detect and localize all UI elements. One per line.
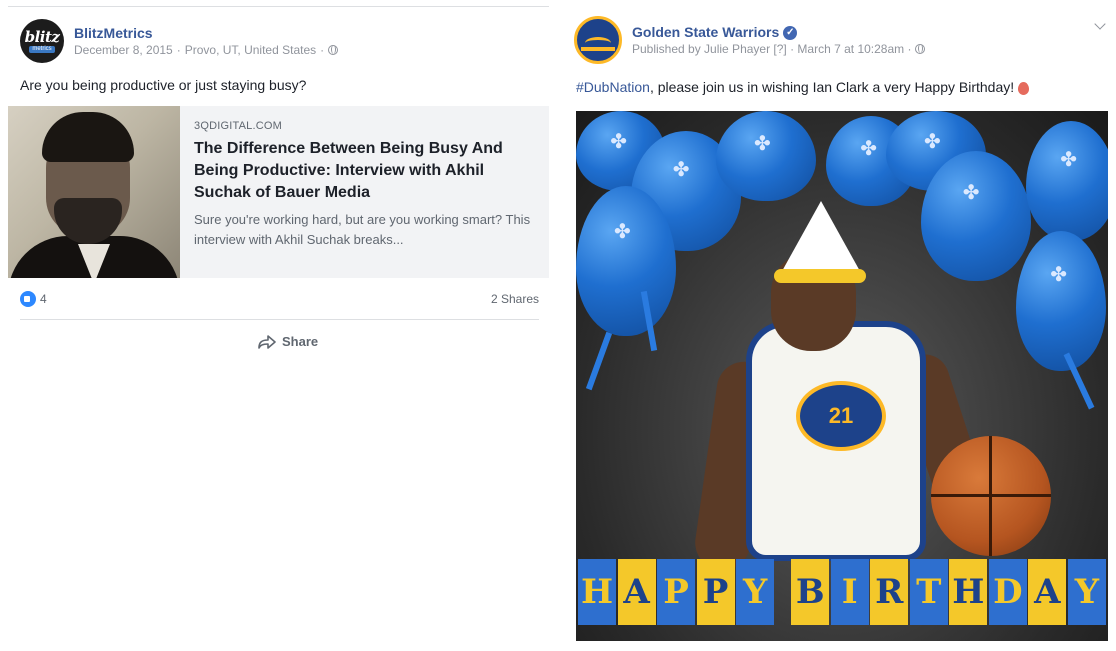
avatar[interactable] [574, 16, 622, 64]
page-name-link[interactable]: BlitzMetrics [74, 24, 338, 42]
share-count-link[interactable]: 2 Shares [491, 292, 539, 306]
banner-letter: R [870, 559, 909, 625]
post-text: #DubNation, please join us in wishing Ia… [576, 79, 1030, 95]
banner-letter: D [988, 559, 1027, 625]
party-hat [781, 201, 861, 273]
banner-letter: T [909, 559, 948, 625]
meta-separator: · [176, 43, 181, 57]
post-header: Golden State Warriors ✓ Published by Juli… [574, 16, 926, 64]
published-by[interactable]: Published by Julie Phayer [?] · March 7 … [632, 41, 911, 57]
happy-birthday-banner: H A P P Y B I R T H D A Y [576, 551, 1108, 641]
warriors-post: Golden State Warriors ✓ Published by Juli… [566, 6, 1116, 651]
blitzmetrics-post: blitz metrics BlitzMetrics December 8, 2… [8, 6, 549, 376]
reaction-summary[interactable]: 4 [20, 291, 47, 307]
avatar[interactable]: blitz metrics [20, 19, 64, 63]
jersey-logo: 21 [796, 381, 886, 451]
post-date[interactable]: December 8, 2015 [74, 42, 173, 58]
hashtag-link[interactable]: #DubNation [576, 79, 650, 95]
post-options-chevron-icon[interactable] [1094, 18, 1106, 30]
divider [20, 319, 539, 320]
avatar-logo-text: blitz [24, 27, 60, 46]
birthday-post-image[interactable]: 21 H A P P Y B I R T H D A Y [576, 111, 1108, 641]
banner-letter: P [696, 559, 735, 625]
avatar-logo-subtext: metrics [29, 45, 55, 53]
share-arrow-icon [258, 334, 276, 349]
link-title[interactable]: The Difference Between Being Busy And Be… [194, 138, 537, 204]
share-button[interactable]: Share [258, 334, 318, 349]
banner-letter: A [1028, 559, 1067, 625]
post-location[interactable]: Provo, UT, United States [185, 42, 316, 58]
link-preview-image[interactable] [8, 106, 180, 278]
link-preview-card[interactable]: 3QDIGITAL.COM The Difference Between Bei… [8, 106, 549, 278]
link-domain: 3QDIGITAL.COM [194, 120, 282, 132]
post-text-body: , please join us in wishing Ian Clark a … [649, 79, 1015, 95]
banner-letter: H [949, 559, 988, 625]
like-count: 4 [40, 292, 47, 306]
banner-letter: P [657, 559, 696, 625]
banner-letter: H [578, 559, 616, 625]
basketball [931, 436, 1051, 556]
globe-icon[interactable] [328, 45, 339, 55]
meta-separator: · [320, 43, 325, 57]
verified-badge-icon: ✓ [783, 26, 798, 41]
link-description: Sure you're working hard, but are you wo… [194, 212, 531, 247]
share-label: Share [282, 334, 319, 349]
like-reaction-icon [20, 291, 36, 307]
banner-letter: Y [736, 559, 775, 625]
banner-letter: Y [1067, 559, 1106, 625]
post-text: Are you being productive or just staying… [20, 77, 307, 93]
post-meta: December 8, 2015 · Provo, UT, United Sta… [74, 42, 339, 58]
post-header: blitz metrics BlitzMetrics December 8, 2… [20, 19, 339, 63]
page-name-link[interactable]: Golden State Warriors ✓ [632, 23, 925, 41]
banner-letter: B [791, 559, 830, 625]
page-name-text: Golden State Warriors [632, 24, 780, 40]
post-meta: Published by Julie Phayer [?] · March 7 … [632, 41, 926, 57]
globe-icon[interactable] [915, 44, 926, 54]
balloon-emoji-icon [1018, 81, 1030, 95]
banner-letter: I [830, 559, 869, 625]
player-figure: 21 [691, 201, 1000, 581]
banner-letter: A [617, 559, 656, 625]
